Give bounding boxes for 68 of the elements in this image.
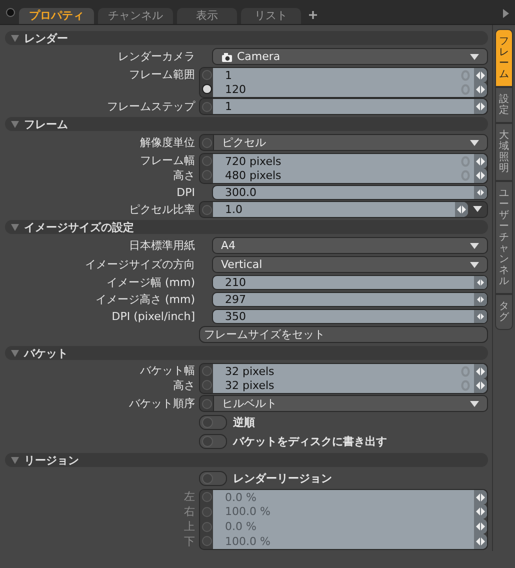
dropdown[interactable]: ヒルベルト: [213, 395, 488, 412]
toggle-switch[interactable]: [199, 415, 227, 430]
caret-icon: [470, 54, 479, 60]
toggle-label: 逆順: [233, 415, 255, 430]
section-header[interactable]: バケット: [5, 346, 488, 360]
field-label: 解像度単位: [139, 135, 196, 150]
field-label: イメージサイズの方向: [84, 257, 196, 272]
field-label: フレームステップ: [106, 99, 196, 114]
section-header[interactable]: レンダー: [5, 31, 488, 45]
field-label: 上: [183, 519, 196, 534]
collapse-triangle-icon[interactable]: [11, 224, 19, 230]
dropdown[interactable]: A4: [212, 237, 488, 254]
toggle-label: バケットをディスクに書き出す: [233, 434, 387, 449]
scroll-right-icon[interactable]: [503, 9, 509, 18]
side-tab[interactable]: タグ: [495, 294, 513, 330]
collapse-triangle-icon[interactable]: [11, 34, 19, 42]
section-header[interactable]: リージョン: [5, 453, 488, 467]
collapse-triangle-icon[interactable]: [11, 456, 19, 464]
field-label: ピクセル比率: [128, 202, 196, 217]
caret-icon: [470, 140, 479, 146]
caret-icon: [470, 242, 479, 248]
add-tab-icon[interactable]: [309, 11, 317, 19]
slider-arrows-icon[interactable]: [474, 186, 487, 199]
toggle-switch[interactable]: [199, 434, 227, 449]
collapse-triangle-icon[interactable]: [11, 350, 19, 356]
camera-icon: [221, 52, 233, 62]
slider-arrows-icon[interactable]: [474, 293, 487, 306]
caret-icon: [470, 400, 479, 406]
slider-arrows-icon[interactable]: [474, 310, 487, 323]
field-label: 右: [183, 504, 196, 519]
field-label: 下: [183, 534, 196, 549]
field-label: バケット幅: [139, 363, 196, 378]
set-frame-size-button[interactable]: フレームサイズをセット: [199, 326, 488, 343]
side-tab[interactable]: フレーム: [495, 29, 513, 87]
tab[interactable]: 表示: [177, 8, 237, 24]
field-label: DPI (pixel/inch]: [110, 310, 196, 323]
number-field[interactable]: 297: [212, 292, 488, 307]
toggle-switch[interactable]: [199, 471, 227, 486]
field-label: レンダーカメラ: [117, 49, 196, 64]
section-header[interactable]: フレーム: [5, 117, 488, 131]
field-label: イメージ高さ (mm): [94, 292, 196, 307]
field-label: 高さ: [172, 378, 196, 393]
field-label: 高さ: [172, 168, 196, 183]
number-field[interactable]: 350: [212, 309, 488, 324]
field-label: 日本標準用紙: [128, 238, 196, 253]
panel-menu-icon[interactable]: [6, 8, 15, 17]
dropdown[interactable]: Camera: [212, 48, 488, 65]
number-field[interactable]: 300.0: [212, 185, 488, 200]
field-label: フレーム幅: [139, 153, 196, 168]
tab[interactable]: リスト: [241, 8, 301, 24]
field-label: バケット順序: [128, 396, 196, 411]
field-label: 左: [183, 489, 196, 504]
dropdown[interactable]: ピクセル: [213, 134, 488, 151]
side-tab[interactable]: 設定: [495, 87, 513, 123]
field-label: イメージ幅 (mm): [105, 275, 196, 290]
number-field[interactable]: 210: [212, 275, 488, 290]
tab[interactable]: チャンネル: [98, 8, 173, 24]
slider-arrows-icon[interactable]: [474, 276, 487, 289]
caret-icon: [470, 262, 479, 268]
side-tab[interactable]: 大域照明: [495, 123, 513, 181]
field-label: DPI: [176, 186, 196, 199]
section-header[interactable]: イメージサイズの設定: [5, 220, 488, 234]
tab[interactable]: プロパティ: [19, 8, 94, 24]
side-tab[interactable]: ユーザーチャンネル: [495, 181, 513, 294]
collapse-triangle-icon[interactable]: [11, 120, 19, 128]
dropdown[interactable]: Vertical: [212, 256, 488, 273]
toggle-label: レンダーリージョン: [233, 471, 332, 486]
field-label: フレーム範囲: [128, 67, 196, 82]
